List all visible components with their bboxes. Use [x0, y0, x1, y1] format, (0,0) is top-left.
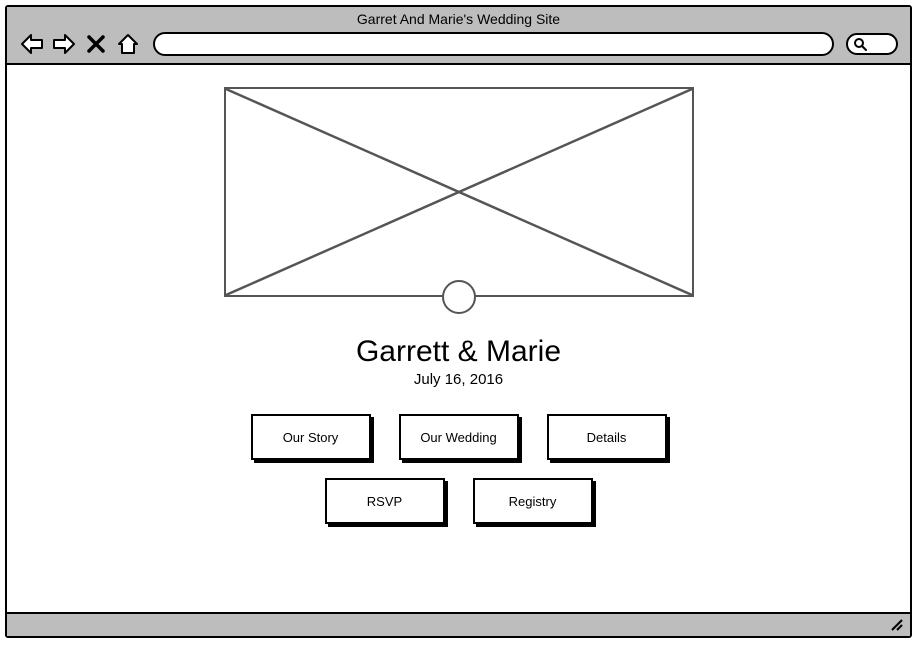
carousel-indicator-icon[interactable] — [442, 280, 476, 314]
nav-row-1: Our Story Our Wedding Details — [251, 414, 667, 460]
registry-button[interactable]: Registry — [473, 478, 593, 524]
nav-row-2: RSVP Registry — [325, 478, 593, 524]
browser-toolbar — [7, 31, 910, 57]
home-icon[interactable] — [115, 31, 141, 57]
details-button[interactable]: Details — [547, 414, 667, 460]
hero-area — [224, 87, 694, 309]
resize-grip-icon[interactable] — [890, 618, 904, 632]
placeholder-cross-icon — [226, 89, 692, 295]
address-bar[interactable] — [153, 32, 834, 56]
page-title: Garrett & Marie — [356, 335, 561, 369]
wedding-date: July 16, 2016 — [414, 371, 503, 388]
forward-arrow-icon[interactable] — [51, 31, 77, 57]
search-icon — [853, 37, 867, 51]
back-arrow-icon[interactable] — [19, 31, 45, 57]
our-story-button[interactable]: Our Story — [251, 414, 371, 460]
hero-image-placeholder — [224, 87, 694, 297]
browser-window: Garret And Marie's Wedding Site — [5, 5, 912, 638]
stop-icon[interactable] — [83, 31, 109, 57]
page-content: Garrett & Marie July 16, 2016 Our Story … — [7, 65, 910, 612]
window-title: Garret And Marie's Wedding Site — [357, 11, 560, 27]
browser-chrome: Garret And Marie's Wedding Site — [7, 7, 910, 65]
our-wedding-button[interactable]: Our Wedding — [399, 414, 519, 460]
status-bar — [7, 612, 910, 636]
search-box[interactable] — [846, 33, 898, 55]
rsvp-button[interactable]: RSVP — [325, 478, 445, 524]
nav-buttons: Our Story Our Wedding Details RSVP Regis… — [251, 414, 667, 524]
